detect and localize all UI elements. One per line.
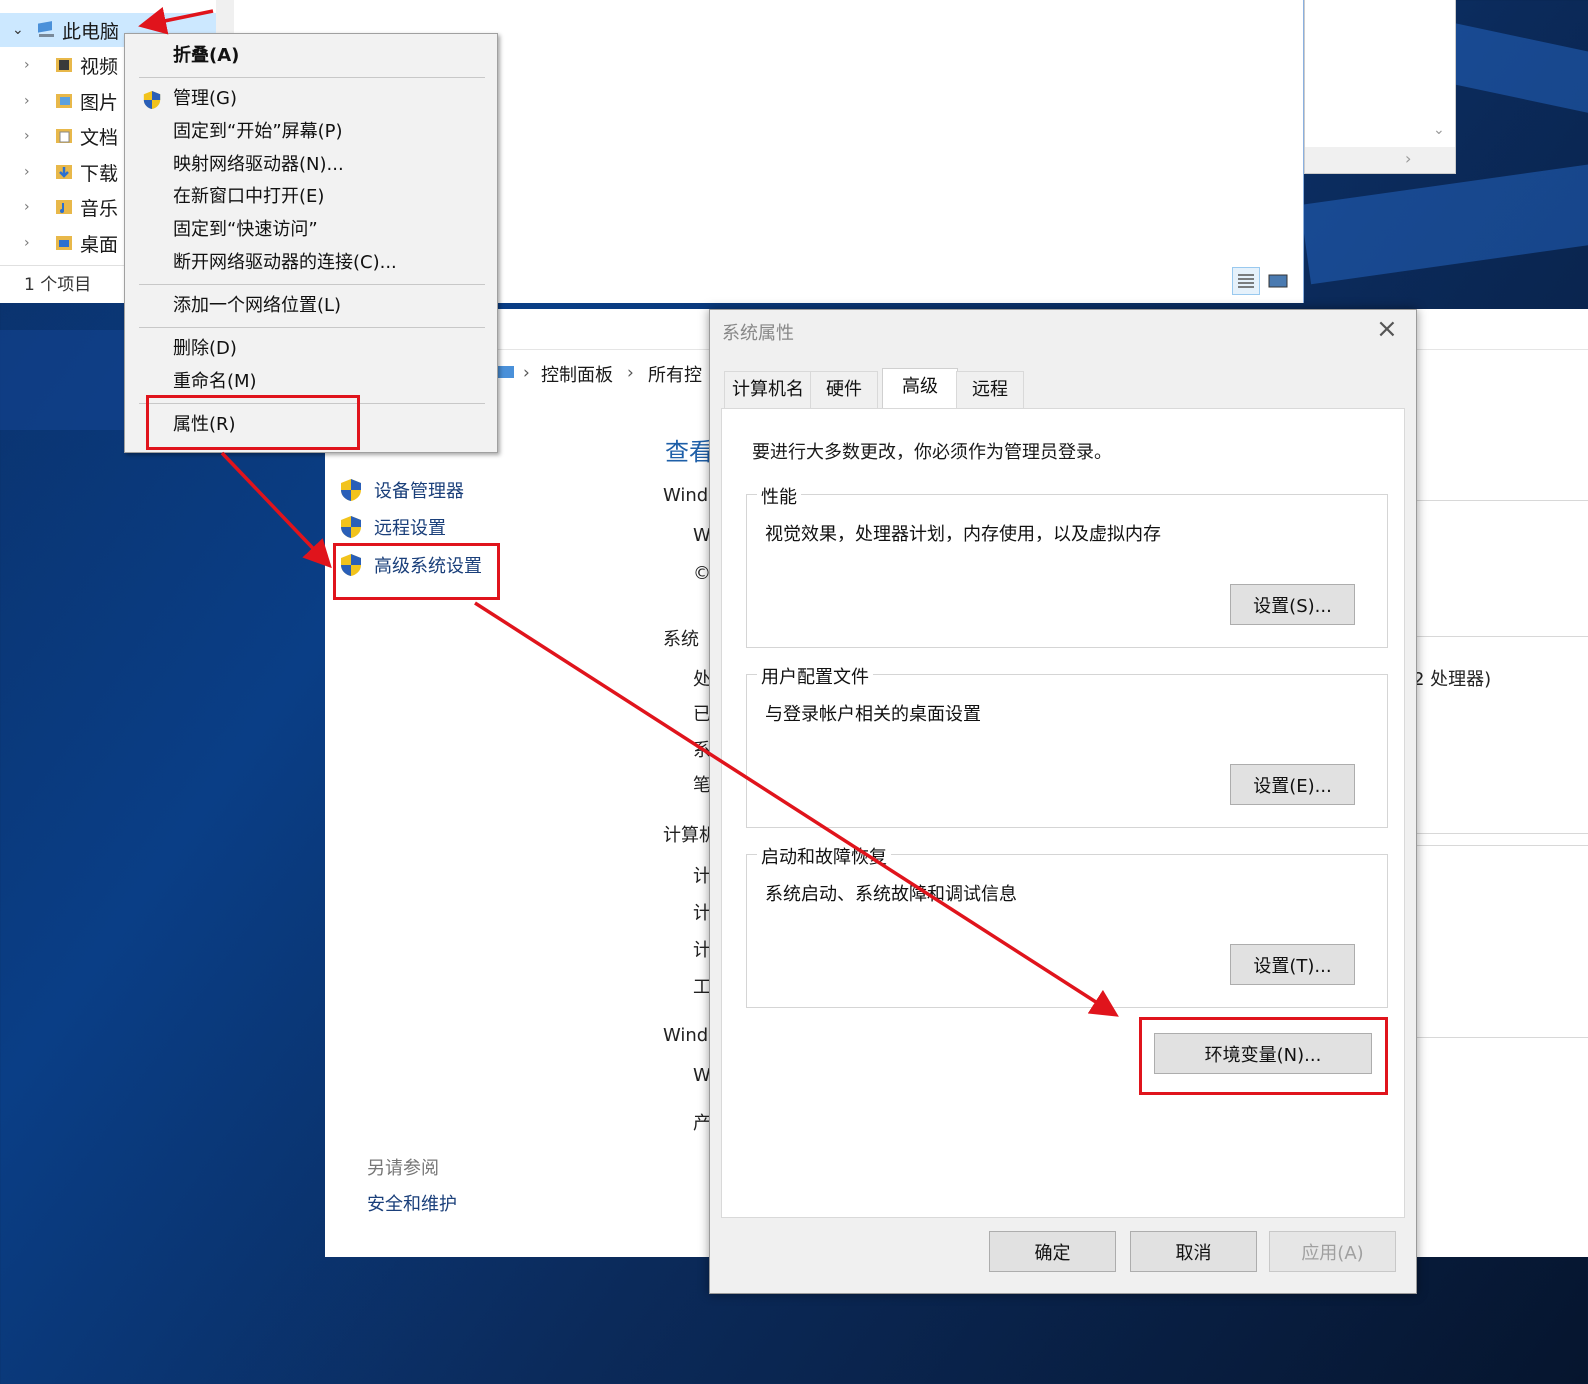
annotation-arrow — [220, 451, 332, 569]
annotation-arrow — [474, 601, 1119, 1017]
annotation-arrow — [138, 7, 214, 35]
annotation-arrows — [138, 7, 1119, 1017]
